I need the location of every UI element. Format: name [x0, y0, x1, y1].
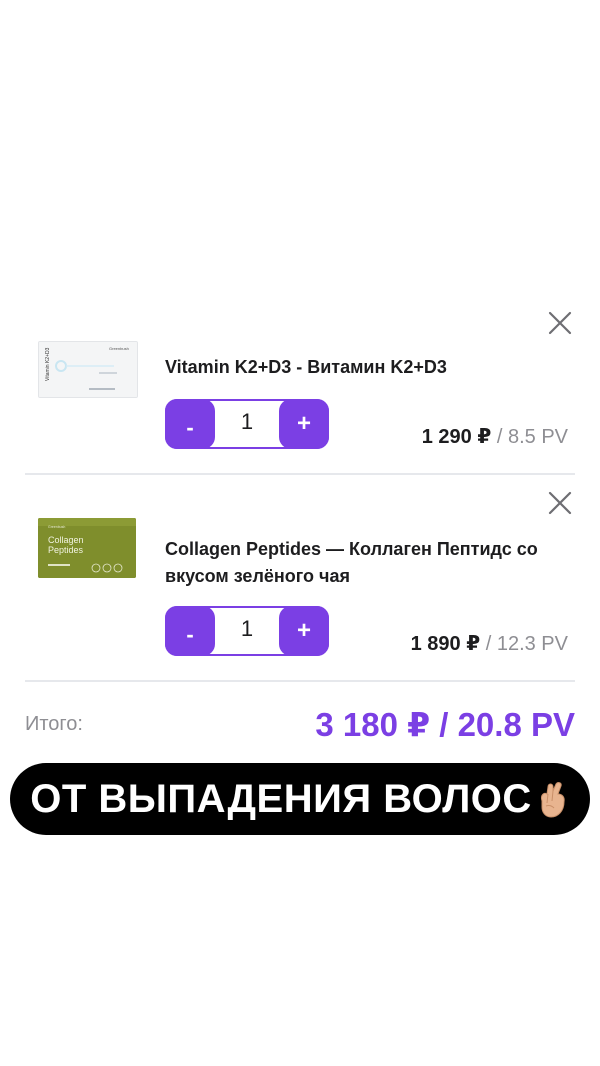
minus-icon: - — [186, 622, 194, 647]
quantity-value[interactable]: 1 — [217, 608, 277, 654]
decrease-quantity-button[interactable]: - — [165, 606, 215, 656]
remove-item-button[interactable] — [546, 309, 574, 337]
close-icon — [548, 491, 572, 515]
product-name[interactable]: Collagen Peptides — Коллаген Пептидс со … — [165, 536, 585, 590]
thumb-product-line2: Peptides — [48, 545, 84, 555]
item-price: 1 890 ₽ / 12.3 PV — [411, 631, 568, 656]
decrease-quantity-button[interactable]: - — [165, 399, 215, 449]
price-pv: 8.5 PV — [507, 426, 568, 448]
price-pv: 12.3 PV — [496, 633, 568, 655]
crossed-fingers-icon — [540, 782, 565, 818]
product-name[interactable]: Vitamin K2+D3 - Витамин K2+D3 — [165, 354, 585, 381]
item-price: 1 290 ₽ / 8.5 PV — [422, 424, 568, 449]
thumb-brand-text: Greenbush — [48, 525, 65, 529]
caption-banner: ОТ ВЫПАДЕНИЯ ВОЛОС — [10, 763, 590, 835]
thumb-brand-text: Greenbush — [109, 346, 129, 351]
cart-item: Vitamin K2+D3 Greenbush Vitamin K2+D3 - … — [0, 300, 600, 475]
quantity-value[interactable]: 1 — [217, 401, 277, 447]
total-value: 3 180 ₽ / 20.8 PV — [315, 706, 575, 743]
total-label: Итого: — [25, 713, 83, 735]
caption-text: ОТ ВЫПАДЕНИЯ ВОЛОС — [30, 776, 532, 821]
price-rub: 1 890 ₽ — [410, 633, 481, 655]
cart-item: Greenbush Collagen Peptides Collagen Pep… — [0, 475, 600, 683]
price-separator: / — [491, 426, 508, 448]
quantity-stepper: - 1 + — [165, 399, 329, 449]
product-image-vitamin-k2-d3[interactable]: Vitamin K2+D3 Greenbush — [38, 341, 138, 398]
increase-quantity-button[interactable]: + — [279, 606, 329, 656]
remove-item-button[interactable] — [546, 489, 574, 517]
thumb-product-text: Vitamin K2+D3 — [45, 347, 51, 381]
price-rub: 1 290 ₽ — [421, 426, 492, 448]
plus-icon: + — [296, 617, 311, 644]
product-image-collagen-peptides[interactable]: Greenbush Collagen Peptides — [38, 518, 136, 578]
quantity-stepper: - 1 + — [165, 606, 329, 656]
minus-icon: - — [186, 415, 194, 440]
plus-icon: + — [296, 410, 311, 437]
thumb-product-line1: Collagen — [48, 535, 84, 545]
price-separator: / — [480, 633, 497, 655]
close-icon — [548, 311, 572, 335]
increase-quantity-button[interactable]: + — [279, 399, 329, 449]
item-divider — [25, 680, 575, 682]
